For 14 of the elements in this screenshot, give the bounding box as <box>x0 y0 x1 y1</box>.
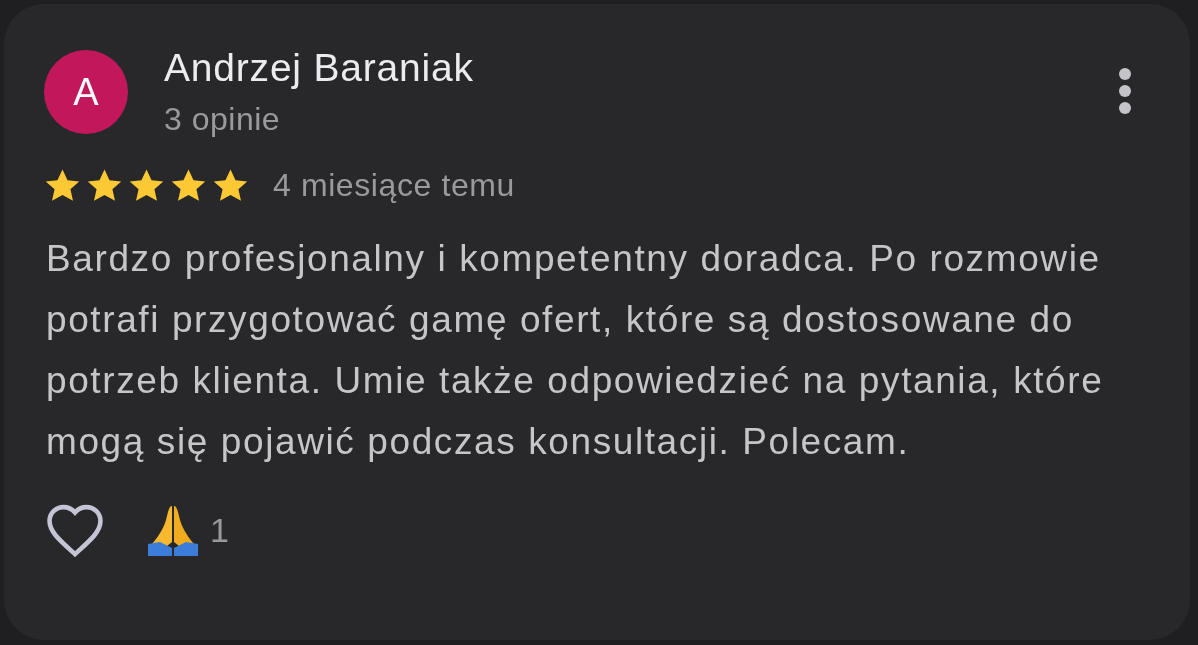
heart-icon[interactable] <box>44 502 106 558</box>
avatar: A <box>44 50 128 134</box>
praying-hands-icon[interactable] <box>146 504 200 556</box>
star-icon <box>44 168 81 203</box>
star-icon <box>212 168 249 203</box>
star-icon <box>170 168 207 203</box>
review-date: 4 miesiące temu <box>273 167 515 204</box>
review-count: 3 opinie <box>164 100 282 139</box>
author-name[interactable]: Andrzej Baraniak <box>164 45 1110 91</box>
star-icon <box>86 168 123 203</box>
reaction-count: 1 <box>210 510 229 550</box>
star-icon <box>128 168 165 203</box>
review-text: Bardzo profesjonalny i kompetentny doradca. Po rozmowie potrafi przygotować gamę ofert, które są dostosowane do potrzeb klienta. Umie także odpowiedzieć na pytania, które mogą się pojawić podczas konsultacji. Polecam. <box>46 237 1105 464</box>
more-vertical-icon <box>1118 67 1132 115</box>
